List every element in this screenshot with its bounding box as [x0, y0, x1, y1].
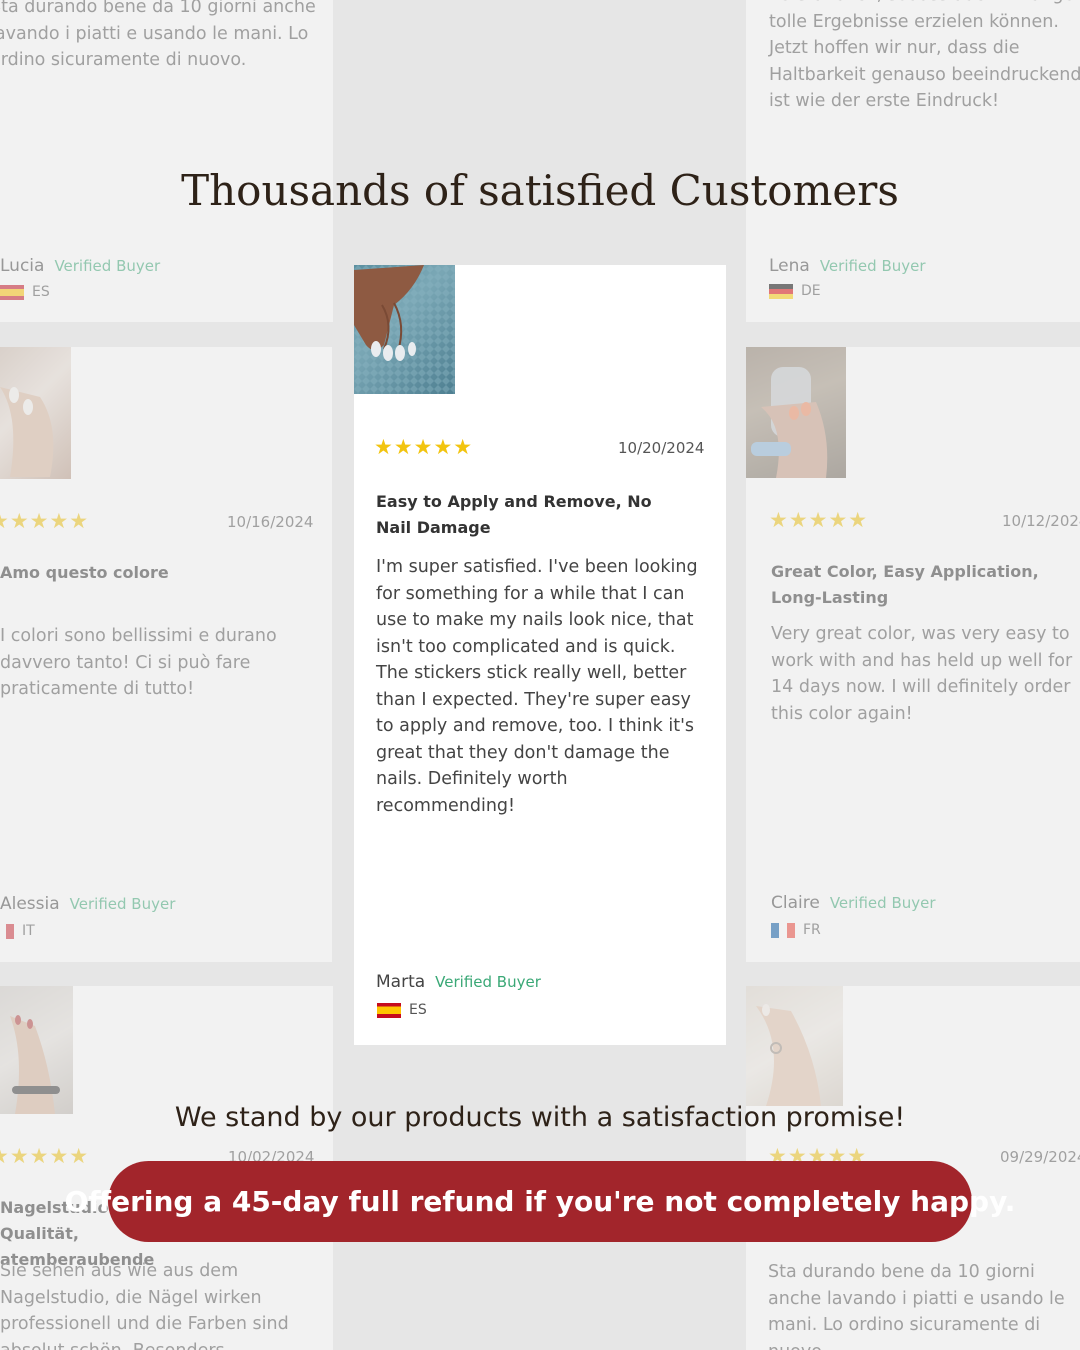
review-title: Great Color, Easy Application, Long-Last…: [771, 562, 1039, 607]
spain-flag-icon: [377, 1002, 401, 1018]
author-name: Alessia: [0, 894, 60, 914]
germany-flag-icon: [769, 283, 793, 299]
country-code: ES: [32, 284, 50, 300]
review-title: Amo questo colore: [0, 563, 169, 582]
review-body: I'm super satisfied. I've been looking f…: [376, 557, 698, 816]
verified-badge: Verified Buyer: [69, 895, 176, 913]
review-country: DE: [769, 283, 821, 299]
hand-nails-photo: [0, 347, 71, 479]
review-card-top-right: verständlich, sodass auch Anfänger tolle…: [746, 0, 1080, 322]
review-author: Claire Verified Buyer: [771, 893, 936, 913]
verified-badge: Verified Buyer: [819, 257, 926, 275]
review-country: ES: [377, 1002, 427, 1018]
spain-flag-icon: [0, 284, 24, 300]
hand-holding-glass-photo: [746, 347, 846, 478]
review-date: 09/29/2024: [1000, 1148, 1080, 1166]
star-rating: ★★★★★: [769, 508, 869, 532]
review-author: Lucia Verified Buyer: [0, 256, 160, 276]
review-date: 10/16/2024: [227, 513, 314, 531]
review-body: Sta durando bene da 10 giorni anche lava…: [0, 0, 316, 70]
verified-badge: Verified Buyer: [829, 894, 936, 912]
author-name: Lucia: [0, 256, 45, 276]
review-country: FR: [771, 922, 821, 938]
review-body: Very great color, was very easy to work …: [771, 624, 1073, 724]
country-code: DE: [801, 283, 821, 299]
review-author: Alessia Verified Buyer: [0, 894, 175, 914]
country-code: FR: [803, 922, 821, 938]
verified-badge: Verified Buyer: [54, 257, 161, 275]
review-card-top-left: Sta durando bene da 10 giorni anche lava…: [0, 0, 333, 322]
review-body: I colori sono bellissimi e durano davver…: [0, 626, 277, 699]
italy-flag-icon: [0, 923, 14, 939]
hand-on-blue-fabric-photo: [354, 265, 455, 394]
hand-bracelet-photo: [0, 986, 73, 1114]
france-flag-icon: [771, 922, 795, 938]
review-card-left: ★★★★★ 10/16/2024 Amo questo colore I col…: [0, 347, 332, 962]
star-rating: ★★★★★: [0, 1144, 90, 1168]
hand-ring-photo: [746, 986, 843, 1106]
review-card-right: ★★★★★ 10/12/2024 Great Color, Easy Appli…: [746, 347, 1080, 962]
review-country: ES: [0, 284, 50, 300]
review-card-featured: ★★★★★ 10/20/2024 Easy to Apply and Remov…: [354, 265, 726, 1045]
refund-offer-button[interactable]: Offering a 45-day full refund if you're …: [65, 1161, 1015, 1242]
author-name: Claire: [771, 893, 820, 913]
review-title: Easy to Apply and Remove, No Nail Damage: [376, 492, 652, 537]
page-headline: Thousands of satisfied Customers: [181, 166, 899, 215]
review-date: 10/20/2024: [618, 439, 705, 457]
verified-badge: Verified Buyer: [435, 973, 541, 991]
country-code: ES: [409, 1002, 427, 1018]
star-rating: ★★★★★: [374, 435, 474, 459]
testimonial-graphic: Sta durando bene da 10 giorni anche lava…: [0, 0, 1080, 1350]
star-rating: ★★★★★: [0, 509, 90, 533]
review-author: Lena Verified Buyer: [769, 256, 926, 276]
review-country: IT: [0, 923, 35, 939]
author-name: Lena: [769, 256, 810, 276]
review-author: Marta Verified Buyer: [376, 972, 541, 992]
country-code: IT: [22, 923, 35, 939]
review-body: Sta durando bene da 10 giorni anche lava…: [768, 1262, 1065, 1350]
satisfaction-promise-text: We stand by our products with a satisfac…: [174, 1102, 906, 1133]
review-date: 10/12/2024: [1002, 512, 1080, 530]
review-body: Sie sehen aus wie aus dem Nagelstudio, d…: [0, 1261, 289, 1350]
review-body: verständlich, sodass auch Anfänger tolle…: [769, 0, 1080, 111]
author-name: Marta: [376, 972, 426, 992]
